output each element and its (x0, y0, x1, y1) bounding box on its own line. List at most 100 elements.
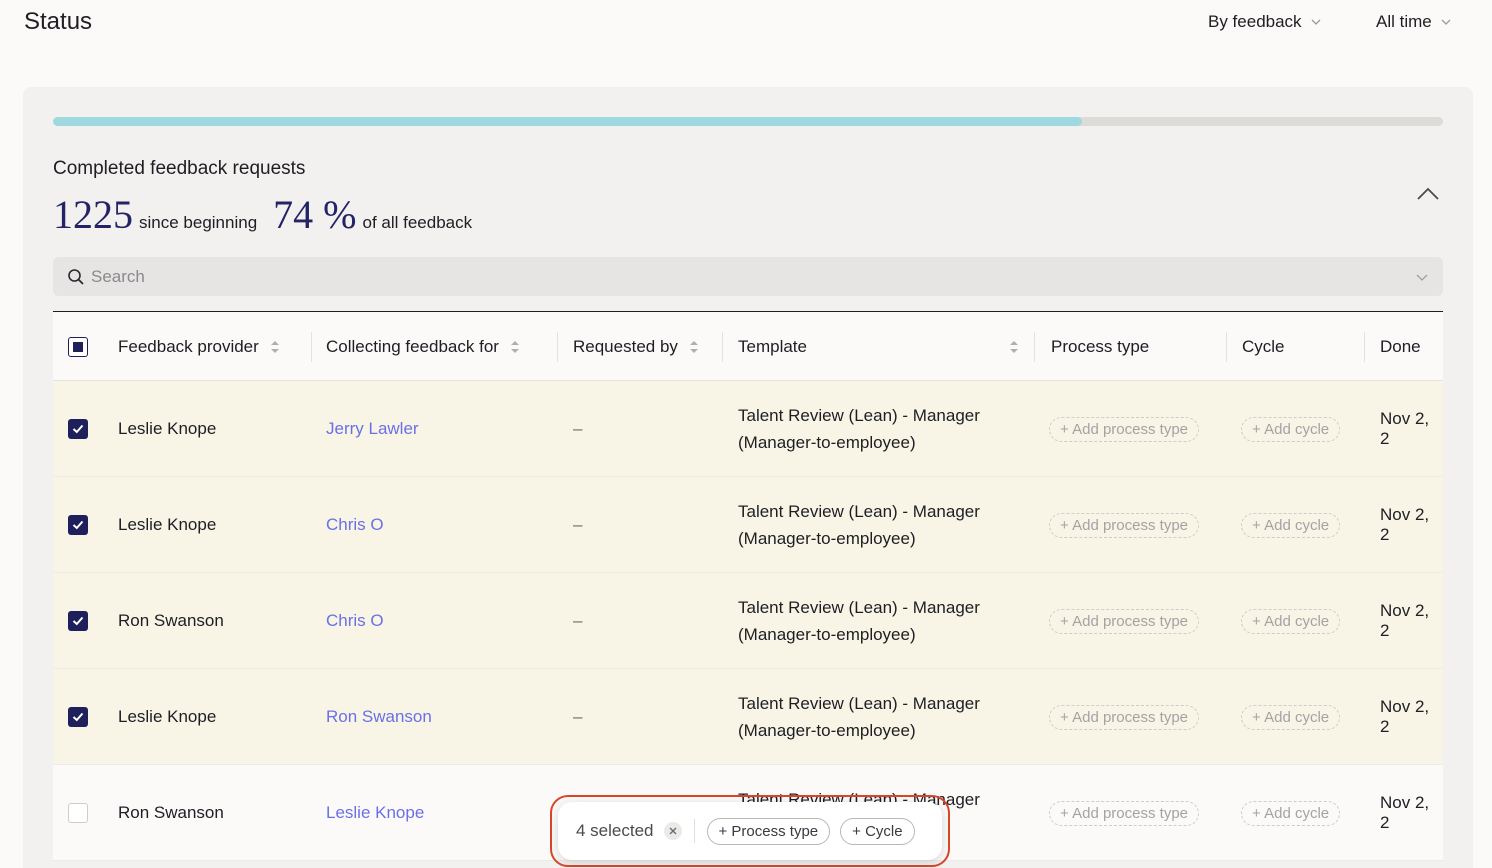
completed-percent-label: of all feedback (362, 213, 473, 232)
template-type: (Manager-to-employee) (738, 433, 916, 452)
header-label: Done (1380, 336, 1421, 356)
template-name: Talent Review (Lean) - Manager (738, 502, 980, 521)
search-input[interactable] (91, 266, 1415, 287)
time-filter-dropdown[interactable]: All time (1376, 12, 1452, 32)
cycle-cell: + Add cycle (1241, 477, 1341, 573)
collecting-for-cell: Chris O (326, 573, 384, 669)
process-type-cell: + Add process type (1049, 765, 1199, 861)
row-select-cell (68, 573, 88, 669)
divider (693, 819, 695, 843)
collecting-for-cell: Chris O (326, 477, 384, 573)
row-checkbox[interactable] (68, 707, 88, 727)
table-row[interactable]: Leslie Knope Jerry Lawler – Talent Revie… (53, 381, 1443, 477)
add-cycle-button[interactable]: + Add cycle (1241, 800, 1341, 826)
table-body: Leslie Knope Jerry Lawler – Talent Revie… (53, 381, 1443, 861)
row-checkbox[interactable] (68, 515, 88, 535)
header-cycle: Cycle (1242, 312, 1285, 381)
add-process-type-button[interactable]: + Add process type (1049, 512, 1199, 538)
feedback-filter-dropdown[interactable]: By feedback (1208, 12, 1322, 32)
collecting-for-cell: Leslie Knope (326, 765, 424, 861)
table-header: Feedback provider Collecting feedback fo… (53, 312, 1443, 381)
checkmark-icon (72, 616, 84, 626)
completion-progress-fill (53, 117, 1082, 126)
completed-percent: 74 % (273, 192, 357, 237)
row-checkbox[interactable] (68, 419, 88, 439)
row-checkbox[interactable] (68, 611, 88, 631)
add-process-type-button[interactable]: + Add process type (1049, 800, 1199, 826)
requested-by-cell: – (573, 477, 582, 573)
header-label: Template (738, 336, 807, 356)
add-cycle-button[interactable]: + Add cycle (1241, 704, 1341, 730)
select-all-checkbox[interactable] (68, 336, 88, 357)
cycle-cell: + Add cycle (1241, 381, 1341, 477)
collecting-for-link[interactable]: Chris O (326, 515, 384, 535)
row-select-cell (68, 477, 88, 573)
done-cell: Nov 2, 2 (1380, 573, 1443, 669)
row-select-cell (68, 381, 88, 477)
table-row[interactable]: Leslie Knope Ron Swanson – Talent Review… (53, 669, 1443, 765)
chevron-up-icon[interactable] (1413, 183, 1443, 207)
feedback-filter-label: By feedback (1208, 12, 1302, 31)
collecting-for-cell: Ron Swanson (326, 669, 432, 765)
feedback-provider-cell: Ron Swanson (118, 765, 224, 861)
bulk-add-process-type-button[interactable]: + Process type (706, 817, 831, 845)
table-row[interactable]: Ron Swanson Chris O – Talent Review (Lea… (53, 573, 1443, 669)
header-template[interactable]: Template (738, 312, 1020, 381)
process-type-cell: + Add process type (1049, 669, 1199, 765)
sort-icon (270, 340, 279, 353)
collecting-for-link[interactable]: Ron Swanson (326, 707, 432, 727)
done-date: Nov 2, 2 (1380, 505, 1430, 544)
header-label: Feedback provider (118, 336, 259, 356)
feedback-provider-cell: Leslie Knope (118, 669, 216, 765)
add-cycle-button[interactable]: + Add cycle (1241, 416, 1341, 442)
chevron-down-icon[interactable] (1415, 270, 1429, 284)
add-cycle-button[interactable]: + Add cycle (1241, 512, 1341, 538)
template-name: Talent Review (Lean) - Manager (738, 406, 980, 425)
sort-icon (689, 340, 698, 353)
done-date: Nov 2, 2 (1380, 601, 1430, 640)
add-process-type-button[interactable]: + Add process type (1049, 608, 1199, 634)
done-date: Nov 2, 2 (1380, 409, 1430, 448)
header-requested-by[interactable]: Requested by (573, 312, 700, 381)
requested-by: – (573, 419, 583, 438)
sort-icon (1010, 340, 1018, 353)
done-cell: Nov 2, 2 (1380, 669, 1443, 765)
completed-count: 1225 (53, 192, 133, 237)
collecting-for-link[interactable]: Chris O (326, 611, 384, 631)
feedback-provider: Leslie Knope (118, 419, 217, 438)
search-bar[interactable] (53, 257, 1443, 296)
stats-summary: 1225 since beginning 74 % of all feedbac… (53, 191, 488, 238)
select-all-cell (68, 312, 88, 381)
requested-by-cell: – (573, 573, 582, 669)
feedback-provider-cell: Leslie Knope (118, 381, 216, 477)
done-cell: Nov 2, 2 (1380, 477, 1443, 573)
collecting-for-cell: Jerry Lawler (326, 381, 419, 477)
header-label: Requested by (573, 336, 678, 356)
requested-by-cell: – (573, 669, 582, 765)
clear-selection-button[interactable] (663, 822, 682, 840)
template-cell: Talent Review (Lean) - Manager (Manager-t… (738, 573, 980, 669)
table-row[interactable]: Leslie Knope Chris O – Talent Review (Le… (53, 477, 1443, 573)
header-label: Cycle (1242, 336, 1285, 356)
row-checkbox[interactable] (68, 803, 88, 823)
collecting-for-link[interactable]: Jerry Lawler (326, 419, 419, 439)
bulk-add-cycle-button[interactable]: + Cycle (840, 817, 915, 845)
add-process-type-button[interactable]: + Add process type (1049, 416, 1199, 442)
collecting-for-link[interactable]: Leslie Knope (326, 803, 424, 823)
template-cell: Talent Review (Lean) - Manager (Manager-t… (738, 477, 980, 573)
requested-by: – (573, 611, 583, 630)
requested-by: – (573, 707, 583, 726)
chevron-down-icon (1311, 19, 1321, 25)
header-feedback-provider[interactable]: Feedback provider (118, 312, 281, 381)
requested-by-cell: – (573, 381, 582, 477)
add-cycle-button[interactable]: + Add cycle (1241, 608, 1341, 634)
add-process-type-button[interactable]: + Add process type (1049, 704, 1199, 730)
process-type-cell: + Add process type (1049, 381, 1199, 477)
bulk-actions-bar: 4 selected + Process type + Cycle (558, 802, 942, 860)
template-cell: Talent Review (Lean) - Manager (Manager-t… (738, 381, 980, 477)
template-name: Talent Review (Lean) - Manager (738, 694, 980, 713)
close-icon (669, 827, 676, 835)
requested-by: – (573, 515, 583, 534)
header-collecting-feedback-for[interactable]: Collecting feedback for (326, 312, 521, 381)
row-select-cell (68, 669, 88, 765)
